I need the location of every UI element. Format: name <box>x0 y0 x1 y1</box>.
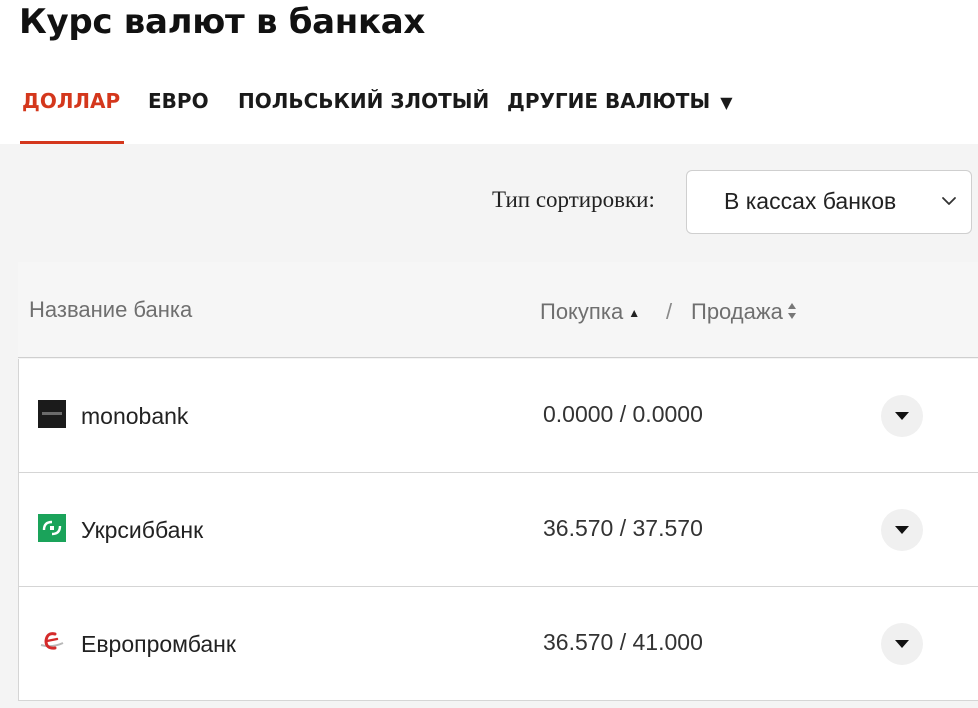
bank-rate: 36.570 / 37.570 <box>543 515 703 541</box>
caret-down-icon <box>895 526 909 534</box>
ukrsibbank-logo-icon <box>38 514 66 542</box>
dropdown-caret-icon: ▼ <box>720 93 733 112</box>
column-header-buy[interactable]: Покупка ▲ <box>540 299 640 325</box>
table-header: Название банка Покупка ▲ / Продажа <box>18 262 978 358</box>
bank-name[interactable]: monobank <box>81 403 188 430</box>
expand-row-button[interactable] <box>881 509 923 551</box>
tab-label: ДОЛЛАР <box>22 89 121 113</box>
page-title: Курс валют в банках <box>19 2 426 42</box>
column-header-bank-name: Название банка <box>29 297 193 322</box>
sort-both-icon <box>787 303 796 320</box>
header-separator: / <box>666 299 673 324</box>
bank-list: monobank 0.0000 / 0.0000 Укрсиббанк 36.5… <box>18 359 978 701</box>
sort-asc-icon: ▲ <box>628 306 641 320</box>
bank-rate: 36.570 / 41.000 <box>543 629 703 655</box>
expand-row-button[interactable] <box>881 623 923 665</box>
tab-label: ДРУГИЕ ВАЛЮТЫ <box>507 89 711 113</box>
table-row: Европромбанк 36.570 / 41.000 <box>18 587 978 701</box>
tab-euro[interactable]: ЕВРО <box>148 80 209 144</box>
sort-type-label: Тип сортировки: <box>492 187 655 212</box>
sell-header-label: Продажа <box>691 299 783 324</box>
sort-type-value: В кассах банков <box>724 188 897 214</box>
tab-polish-zloty[interactable]: ПОЛЬСЬКИЙ ЗЛОТЫЙ <box>238 80 489 144</box>
column-header-sell[interactable]: Продажа <box>691 299 797 325</box>
buy-header-label: Покупка <box>540 299 624 324</box>
sort-type-select[interactable]: В кассах банков <box>686 170 972 234</box>
tab-label: ЕВРО <box>148 89 209 113</box>
table-row: Укрсиббанк 36.570 / 37.570 <box>18 473 978 587</box>
tab-other-currencies[interactable]: ДРУГИЕ ВАЛЮТЫ ▼ <box>507 80 733 144</box>
monobank-logo-icon <box>38 400 66 428</box>
tab-label: ПОЛЬСЬКИЙ ЗЛОТЫЙ <box>238 89 490 113</box>
currency-tabs: ДОЛЛАР ЕВРО ПОЛЬСЬКИЙ ЗЛОТЫЙ ДРУГИЕ ВАЛЮ… <box>0 80 978 144</box>
caret-down-icon <box>895 412 909 420</box>
bank-name[interactable]: Укрсиббанк <box>81 517 203 544</box>
tab-dollar[interactable]: ДОЛЛАР <box>19 80 125 144</box>
table-row: monobank 0.0000 / 0.0000 <box>18 359 978 473</box>
bank-rate: 0.0000 / 0.0000 <box>543 401 703 427</box>
bank-name[interactable]: Европромбанк <box>81 631 236 658</box>
chevron-down-icon <box>942 197 956 205</box>
europrombank-logo-icon <box>40 632 64 650</box>
caret-down-icon <box>895 640 909 648</box>
expand-row-button[interactable] <box>881 395 923 437</box>
